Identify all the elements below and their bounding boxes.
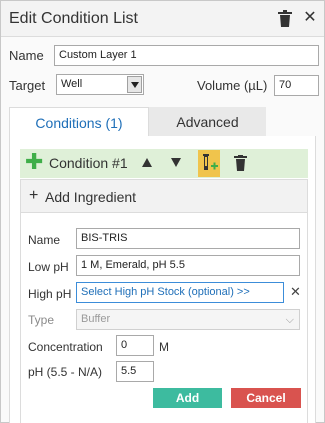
chevron-down-icon[interactable] — [127, 76, 142, 93]
volume-label: Volume (µL) — [197, 78, 268, 93]
chevron-down-icon[interactable]: ⌵ — [286, 311, 294, 330]
add-ingredient-title: Add Ingredient — [45, 189, 137, 205]
cancel-button[interactable]: Cancel — [231, 388, 301, 408]
condition-name: Condition #1 — [49, 155, 128, 171]
low-ph-label: Low pH — [28, 260, 69, 274]
conditions-content: ✚ Condition #1 + Add Ingredient — [9, 136, 316, 423]
add-button[interactable]: Add — [153, 388, 222, 408]
target-select[interactable]: Well — [56, 74, 144, 95]
trash-icon[interactable] — [277, 10, 293, 28]
tab-advanced[interactable]: Advanced — [149, 107, 266, 137]
condition-row[interactable]: ✚ Condition #1 — [20, 149, 308, 178]
plus-icon[interactable]: ✚ — [25, 150, 43, 174]
concentration-input[interactable]: 0 — [116, 335, 154, 356]
ph-label: pH (5.5 - N/A) — [28, 365, 103, 379]
trash-icon[interactable] — [234, 155, 247, 171]
name-label: Name — [9, 48, 44, 63]
type-label: Type — [28, 313, 55, 327]
dialog-title: Edit Condition List — [9, 10, 138, 27]
low-ph-input[interactable]: 1 M, Emerald, pH 5.5 — [76, 255, 300, 276]
type-select[interactable]: Buffer ⌵ — [76, 309, 300, 330]
triangle-up-icon[interactable] — [142, 158, 152, 167]
concentration-label: Concentration — [28, 340, 103, 354]
volume-input[interactable]: 70 — [274, 75, 319, 96]
add-ingredient-header[interactable]: + Add Ingredient — [21, 180, 307, 213]
high-ph-label: High pH — [28, 287, 72, 301]
ingredient-name-input[interactable]: BIS-TRIS — [76, 228, 300, 249]
type-select-value: Buffer — [81, 313, 111, 325]
concentration-unit: M — [159, 340, 169, 354]
triangle-down-icon[interactable] — [171, 158, 181, 167]
x-icon[interactable]: ✕ — [290, 284, 301, 300]
name-input[interactable]: Custom Layer 1 — [54, 45, 319, 66]
target-label: Target — [9, 78, 46, 93]
ph-input[interactable]: 5.5 — [116, 361, 154, 382]
ingredient-name-label: Name — [28, 233, 61, 247]
tab-conditions[interactable]: Conditions (1) — [9, 107, 149, 137]
add-ingredient-button[interactable] — [198, 150, 220, 177]
tube-plus-icon — [203, 154, 218, 170]
high-ph-input[interactable]: Select High pH Stock (optional) >> — [76, 282, 284, 303]
edit-condition-list-panel: Edit Condition List ✕ Name Custom Layer … — [0, 0, 325, 423]
close-icon[interactable]: ✕ — [303, 9, 317, 27]
title-bar: Edit Condition List ✕ — [1, 1, 324, 37]
target-select-value: Well — [61, 78, 83, 90]
plus-icon: + — [29, 187, 39, 204]
